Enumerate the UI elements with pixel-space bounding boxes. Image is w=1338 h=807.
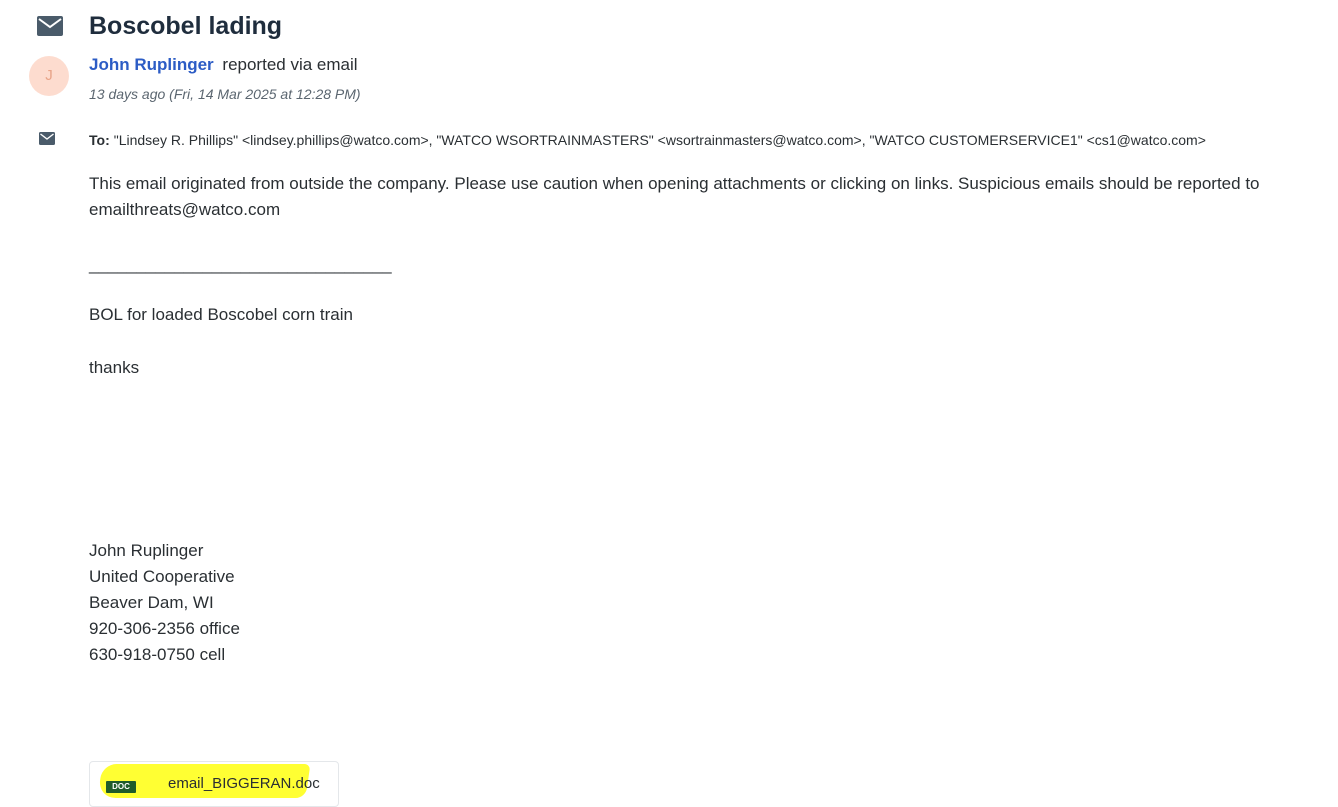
reporter-line: John Ruplinger reported via email: [89, 55, 358, 75]
mail-envelope-icon: [37, 16, 63, 36]
avatar: J: [29, 56, 69, 96]
doc-file-icon: DOC: [106, 781, 136, 793]
timestamp: 13 days ago (Fri, 14 Mar 2025 at 12:28 P…: [89, 86, 361, 102]
to-recipients: "Lindsey R. Phillips" <lindsey.phillips@…: [113, 132, 1206, 148]
to-recipients-line: To: "Lindsey R. Phillips" <lindsey.philli…: [89, 132, 1206, 148]
to-label: To:: [89, 132, 110, 148]
attachment-card[interactable]: DOC email_BIGGERAN.doc: [89, 761, 339, 807]
ticket-subject: Boscobel lading: [89, 12, 283, 40]
separator-line: ________________________________: [89, 255, 392, 274]
closing-text: thanks: [89, 358, 140, 377]
message-text: BOL for loaded Boscobel corn train: [89, 305, 353, 324]
external-email-warning: This email originated from outside the c…: [89, 174, 1260, 219]
signature-location: Beaver Dam, WI: [89, 593, 214, 612]
signature-company: United Cooperative: [89, 567, 235, 586]
reporter-name-link[interactable]: John Ruplinger: [89, 55, 214, 74]
signature-office-phone: 920-306-2356 office: [89, 619, 240, 638]
signature-block: John Ruplinger United Cooperative Beaver…: [89, 538, 240, 668]
mail-envelope-icon: [39, 132, 55, 145]
reported-via-text: reported via email: [222, 55, 358, 74]
signature-name: John Ruplinger: [89, 541, 204, 560]
attachment-filename[interactable]: email_BIGGERAN.doc: [168, 775, 320, 792]
signature-cell-phone: 630-918-0750 cell: [89, 645, 226, 664]
